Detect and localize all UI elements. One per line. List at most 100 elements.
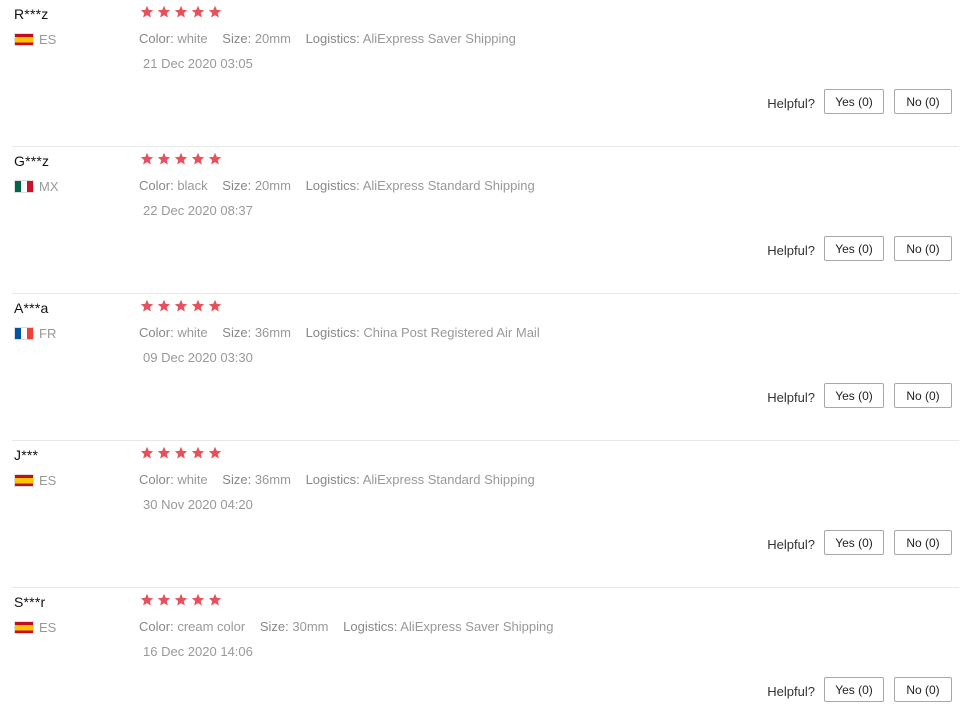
color-label: Color: [139, 325, 174, 340]
star-rating [140, 299, 222, 313]
star-icon [140, 446, 154, 460]
helpful-yes-button[interactable]: Yes (0) [824, 677, 884, 702]
color-label: Color: [139, 619, 174, 634]
star-icon [140, 152, 154, 166]
logistics-value: AliExpress Standard Shipping [362, 472, 535, 487]
review-specs: Color: white Size: 20mm Logistics: AliEx… [139, 31, 527, 46]
helpful-vote: Helpful? Yes (0) No (0) [767, 89, 952, 114]
review-date: 09 Dec 2020 03:30 [143, 350, 253, 365]
logistics-label: Logistics: [305, 178, 360, 193]
review-item: G***z MX Color: black Size: 20mm Logisti… [0, 147, 967, 294]
star-icon [174, 299, 188, 313]
country-code: ES [39, 473, 57, 488]
review-item: S***r ES Color: cream color Size: 30mm L… [0, 588, 967, 709]
helpful-yes-button[interactable]: Yes (0) [824, 89, 884, 114]
star-icon [140, 593, 154, 607]
logistics-label: Logistics: [305, 472, 360, 487]
color-value: black [177, 178, 208, 193]
star-icon [157, 446, 171, 460]
helpful-label: Helpful? [767, 536, 815, 552]
color-value: cream color [177, 619, 246, 634]
color-label: Color: [139, 31, 174, 46]
color-label: Color: [139, 178, 174, 193]
review-date: 21 Dec 2020 03:05 [143, 56, 253, 71]
reviewer-country: ES [14, 473, 56, 488]
country-code: ES [39, 32, 57, 47]
star-icon [140, 5, 154, 19]
helpful-no-button[interactable]: No (0) [894, 383, 952, 408]
helpful-vote: Helpful? Yes (0) No (0) [767, 383, 952, 408]
helpful-no-button[interactable]: No (0) [894, 530, 952, 555]
helpful-vote: Helpful? Yes (0) No (0) [767, 677, 952, 702]
review-date: 22 Dec 2020 08:37 [143, 203, 253, 218]
france-flag-icon [14, 327, 34, 340]
star-icon [174, 152, 188, 166]
size-label: Size: [222, 178, 252, 193]
star-icon [191, 5, 205, 19]
star-icon [191, 152, 205, 166]
helpful-label: Helpful? [767, 242, 815, 258]
star-rating [140, 5, 222, 19]
review-date: 30 Nov 2020 04:20 [143, 497, 253, 512]
helpful-vote: Helpful? Yes (0) No (0) [767, 236, 952, 261]
logistics-label: Logistics: [305, 325, 360, 340]
star-rating [140, 593, 222, 607]
star-icon [191, 299, 205, 313]
star-icon [208, 446, 222, 460]
helpful-no-button[interactable]: No (0) [894, 236, 952, 261]
size-value: 36mm [254, 325, 291, 340]
spain-flag-icon [14, 621, 34, 634]
size-label: Size: [222, 325, 252, 340]
review-specs: Color: white Size: 36mm Logistics: China… [139, 325, 551, 340]
review-specs: Color: cream color Size: 30mm Logistics:… [139, 619, 564, 634]
country-code: FR [39, 326, 57, 341]
reviewer-country: ES [14, 32, 56, 47]
color-label: Color: [139, 472, 174, 487]
size-value: 30mm [292, 619, 329, 634]
size-value: 20mm [254, 31, 291, 46]
reviewer-name: G***z [14, 153, 50, 169]
helpful-no-button[interactable]: No (0) [894, 677, 952, 702]
reviewer-name: J*** [14, 447, 39, 463]
reviewer-name: S***r [14, 594, 46, 610]
size-value: 36mm [254, 472, 291, 487]
reviewer-name: R***z [14, 6, 49, 22]
reviewer-country: ES [14, 620, 56, 635]
review-specs: Color: white Size: 36mm Logistics: AliEx… [139, 472, 546, 487]
country-code: MX [39, 179, 59, 194]
logistics-label: Logistics: [305, 31, 360, 46]
review-date: 16 Dec 2020 14:06 [143, 644, 253, 659]
helpful-no-button[interactable]: No (0) [894, 89, 952, 114]
helpful-label: Helpful? [767, 683, 815, 699]
star-icon [174, 593, 188, 607]
star-rating [140, 152, 222, 166]
star-icon [208, 593, 222, 607]
size-label: Size: [259, 619, 289, 634]
logistics-value: AliExpress Standard Shipping [362, 178, 535, 193]
reviewer-name: A***a [14, 300, 49, 316]
helpful-yes-button[interactable]: Yes (0) [824, 236, 884, 261]
review-item: A***a FR Color: white Size: 36mm Logisti… [0, 294, 967, 441]
helpful-yes-button[interactable]: Yes (0) [824, 530, 884, 555]
reviewer-country: MX [14, 179, 59, 194]
star-icon [208, 152, 222, 166]
logistics-value: AliExpress Saver Shipping [400, 619, 554, 634]
review-specs: Color: black Size: 20mm Logistics: AliEx… [139, 178, 546, 193]
helpful-yes-button[interactable]: Yes (0) [824, 383, 884, 408]
spain-flag-icon [14, 33, 34, 46]
star-icon [157, 152, 171, 166]
star-icon [140, 299, 154, 313]
star-icon [191, 446, 205, 460]
color-value: white [177, 325, 208, 340]
helpful-vote: Helpful? Yes (0) No (0) [767, 530, 952, 555]
star-icon [174, 5, 188, 19]
helpful-label: Helpful? [767, 389, 815, 405]
star-icon [191, 593, 205, 607]
star-rating [140, 446, 222, 460]
size-label: Size: [222, 31, 252, 46]
star-icon [157, 593, 171, 607]
helpful-label: Helpful? [767, 95, 815, 111]
color-value: white [177, 31, 208, 46]
star-icon [208, 5, 222, 19]
star-icon [157, 299, 171, 313]
